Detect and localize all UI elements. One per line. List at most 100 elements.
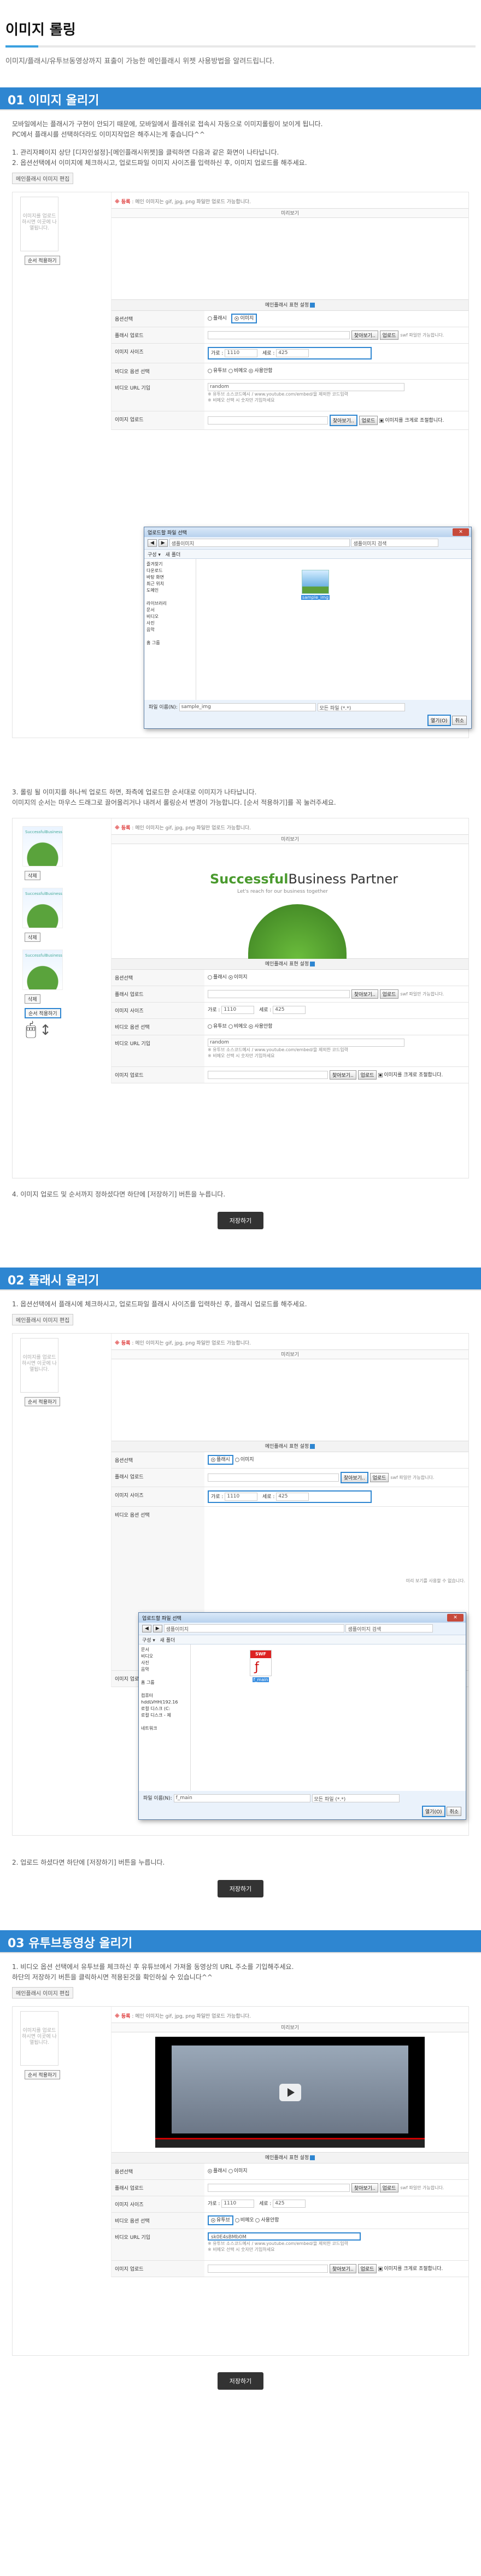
flash-file-input[interactable] [208,2184,350,2192]
find-button[interactable]: 찾아보기.. [351,989,378,999]
sidebar-item[interactable]: 음악 [146,627,193,633]
video-url-input[interactable]: sk0E4sBMb0M [208,2232,361,2241]
radio-flash[interactable] [211,1457,215,1462]
help-icon[interactable] [310,1444,315,1449]
upload-button[interactable]: 업로드 [357,1070,377,1080]
radio-flash[interactable] [208,316,212,321]
play-icon[interactable] [279,2083,301,2101]
sidebar-item[interactable]: 최근 위치 [146,581,193,587]
radio-youtube[interactable] [208,1024,212,1029]
flash-file-input[interactable] [208,331,350,339]
open-button[interactable]: 열기(O) [421,1806,445,1817]
radio-youtube[interactable] [211,2218,215,2223]
forward-button[interactable]: ▶ [152,1624,162,1632]
back-button[interactable]: ◀ [148,539,157,547]
sidebar-item[interactable]: 홈 그룹 [141,1679,188,1686]
radio-image[interactable] [228,2168,233,2173]
save-button[interactable]: 저장하기 [217,2372,264,2390]
order-apply-button[interactable]: 순서 적용하기 [25,2070,60,2079]
sidebar-item[interactable]: 문서 [141,1647,188,1653]
find-button[interactable]: 찾아보기.. [340,1472,368,1483]
sidebar-item[interactable]: 음악 [141,1666,188,1673]
find-button[interactable]: 찾아보기.. [329,2264,356,2273]
search-input[interactable]: 샘플이미지 검색 [345,1624,433,1632]
cancel-button[interactable]: 취소 [452,716,467,725]
file-item[interactable]: sample_img [300,570,331,600]
order-apply-button[interactable]: 순서 적용하기 [25,1008,61,1018]
delete-button[interactable]: 삭제 [25,871,40,880]
delete-button[interactable]: 삭제 [25,994,40,1004]
sidebar-item[interactable]: 사진 [146,620,193,627]
image-file-input[interactable] [208,416,328,425]
width-input[interactable]: 1110 [225,349,258,357]
radio-image[interactable] [228,975,233,980]
new-folder-button[interactable]: 새 폴더 [166,552,181,558]
height-input[interactable]: 425 [276,349,309,357]
filetype-select[interactable]: 모든 파일 (*.*) [317,703,405,711]
height-input[interactable]: 425 [273,1006,306,1014]
video-controls[interactable] [155,2138,425,2148]
upload-button[interactable]: 업로드 [357,2264,377,2273]
flash-file-input[interactable] [208,1473,339,1482]
filename-input[interactable]: sample_img [179,703,316,711]
width-input[interactable]: 1110 [221,1006,255,1014]
resize-checkbox[interactable] [379,418,384,423]
video-url-input[interactable]: random [208,383,404,391]
order-apply-button[interactable]: 순서 적용하기 [25,1397,60,1406]
open-button[interactable]: 열기(O) [427,715,451,726]
resize-checkbox[interactable] [378,1072,383,1077]
radio-flash[interactable] [208,975,212,980]
close-icon[interactable]: ✕ [447,1614,464,1622]
radio-none[interactable] [255,2218,260,2223]
thumb-image[interactable] [22,888,63,928]
radio-none[interactable] [249,1024,254,1029]
find-button[interactable]: 찾아보기.. [329,415,357,426]
find-button[interactable]: 찾아보기.. [329,1070,356,1080]
help-icon[interactable] [310,303,315,308]
video-url-input[interactable]: random [208,1039,404,1047]
radio-flash[interactable] [208,2168,212,2173]
sidebar-item[interactable]: 라이브러리 [146,600,193,607]
radio-vimeo[interactable] [228,368,233,373]
upload-button[interactable]: 업로드 [379,989,399,999]
resize-checkbox[interactable] [378,2266,383,2271]
sidebar-item[interactable]: 비디오 [146,614,193,620]
radio-vimeo[interactable] [228,1024,233,1029]
sidebar-item[interactable]: 비디오 [141,1653,188,1660]
filename-input[interactable]: f_main [173,1794,310,1802]
sidebar-item[interactable]: 네트워크 [141,1725,188,1732]
upload-button[interactable]: 업로드 [359,416,378,425]
radio-none[interactable] [249,368,254,373]
help-icon[interactable] [310,962,315,966]
sidebar-item[interactable]: 도메인 [146,587,193,594]
radio-image[interactable] [234,316,239,321]
thumb-image[interactable] [22,826,63,866]
sidebar-item[interactable]: 문서 [146,607,193,614]
organize-menu[interactable]: 구성 ▾ [142,1638,155,1643]
organize-menu[interactable]: 구성 ▾ [148,552,161,558]
sidebar-item[interactable]: 컴퓨터 [141,1693,188,1699]
sidebar-item[interactable]: 사진 [141,1660,188,1666]
save-button[interactable]: 저장하기 [217,1212,264,1229]
new-folder-button[interactable]: 새 폴더 [160,1638,175,1643]
radio-vimeo[interactable] [234,2218,239,2223]
image-file-input[interactable] [208,2265,328,2273]
upload-button[interactable]: 업로드 [379,2183,399,2192]
close-icon[interactable]: ✕ [453,528,469,536]
radio-image[interactable] [234,1457,239,1462]
order-apply-button[interactable]: 순서 적용하기 [25,256,60,265]
sidebar-item[interactable]: 로컬 디스크 (C: [141,1706,188,1712]
sidebar-item[interactable]: 홈 그룹 [146,640,193,646]
delete-button[interactable]: 삭제 [25,933,40,942]
address-bar[interactable]: 샘플이미지 [169,539,350,547]
width-input[interactable]: 1110 [225,1493,258,1501]
sidebar-item[interactable]: 바탕 화면 [146,574,193,581]
width-input[interactable]: 1110 [221,2200,255,2208]
find-button[interactable]: 찾아보기.. [351,2183,378,2192]
sidebar-item[interactable]: 즐겨찾기 [146,561,193,568]
forward-button[interactable]: ▶ [158,539,168,547]
image-file-input[interactable] [208,1071,328,1079]
address-bar[interactable]: 샘플이미지 [163,1624,344,1632]
height-input[interactable]: 425 [273,2200,306,2208]
radio-youtube[interactable] [208,368,212,373]
